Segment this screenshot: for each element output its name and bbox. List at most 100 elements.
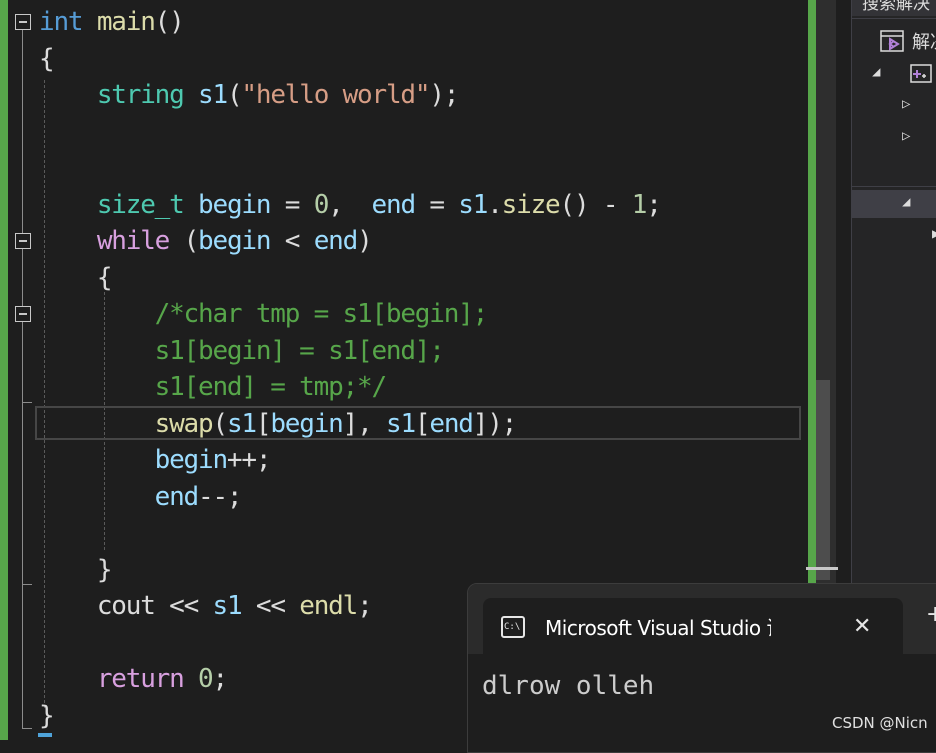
- code-token: begin: [270, 408, 343, 439]
- code-token: ;: [357, 591, 373, 621]
- code-token: 0: [313, 189, 330, 220]
- fold-comment-icon[interactable]: [15, 306, 31, 322]
- code-line[interactable]: /*char tmp = s1[begin];: [39, 296, 489, 332]
- close-icon[interactable]: ✕: [853, 614, 871, 640]
- code-token: s1: [458, 189, 488, 220]
- expand-arrow-icon[interactable]: ◢: [872, 64, 880, 80]
- code-token: }: [39, 700, 55, 731]
- code-token: while: [96, 226, 170, 256]
- code-token: (: [212, 408, 228, 439]
- solution-explorer-separator: [852, 18, 936, 19]
- code-line[interactable]: }: [39, 552, 113, 588]
- code-token: ): [357, 226, 373, 256]
- visual-studio-solution-icon: [880, 30, 904, 52]
- code-line[interactable]: cout << s1 << endl;: [39, 588, 373, 624]
- code-token: (: [226, 80, 243, 110]
- code-token: <<: [241, 591, 300, 621]
- code-token: ],: [342, 408, 386, 439]
- code-token: 0: [198, 664, 214, 694]
- code-line[interactable]: end--;: [39, 479, 243, 515]
- code-line[interactable]: int main(): [39, 4, 185, 40]
- code-line[interactable]: {: [39, 260, 113, 296]
- code-token: --;: [198, 481, 243, 512]
- code-token: =: [414, 189, 459, 220]
- code-token: <: [270, 226, 314, 256]
- code-line[interactable]: while (begin < end): [39, 223, 373, 259]
- code-token: s1: [385, 408, 416, 439]
- code-token: (: [169, 226, 200, 256]
- code-token: end: [371, 189, 417, 220]
- code-line[interactable]: {: [39, 41, 55, 77]
- fold-while-icon[interactable]: [15, 233, 31, 249]
- scrollbar-thumb[interactable]: [816, 380, 830, 580]
- collapsed-arrow-icon[interactable]: ▶: [932, 226, 936, 242]
- expand-arrow-icon[interactable]: ◢: [902, 194, 910, 210]
- code-token: s1: [212, 591, 242, 621]
- code-token: <<: [154, 591, 213, 621]
- code-token: main: [96, 7, 156, 37]
- code-token: swap: [154, 408, 214, 439]
- code-line[interactable]: swap(s1[begin], s1[end]);: [39, 406, 518, 442]
- code-token: cout: [96, 591, 156, 621]
- code-token: end: [313, 226, 359, 256]
- code-line[interactable]: s1[end] = tmp;*/: [39, 369, 387, 405]
- code-line[interactable]: }: [39, 698, 55, 734]
- watermark: CSDN @Nicn: [832, 714, 928, 732]
- code-token: ;: [646, 189, 662, 220]
- fold-while-line: [22, 249, 23, 584]
- solution-explorer-divider: [852, 186, 936, 187]
- code-token: end: [429, 408, 474, 439]
- solution-explorer-selected-row[interactable]: ◢: [852, 190, 936, 218]
- code-token: ,: [328, 189, 372, 220]
- code-line[interactable]: s1[begin] = s1[end];: [39, 333, 445, 369]
- code-token: begin: [198, 189, 271, 220]
- code-line[interactable]: return 0;: [39, 661, 229, 697]
- fold-main-end: [22, 728, 32, 729]
- code-token: ]);: [472, 408, 518, 439]
- code-token: s1[end] = tmp;*/: [154, 372, 387, 402]
- collapsed-arrow-icon[interactable]: ▷: [902, 96, 910, 112]
- code-token: ++;: [226, 445, 272, 475]
- solution-explorer-search[interactable]: 搜索解决: [852, 0, 936, 16]
- change-tracking-bar: [0, 0, 8, 740]
- code-token: s1: [198, 80, 228, 110]
- code-line[interactable]: string s1("hello world");: [39, 77, 460, 113]
- terminal-icon: C:\: [501, 616, 525, 638]
- fold-main-icon[interactable]: [15, 14, 31, 30]
- code-token: int: [39, 7, 84, 37]
- code-token: return: [96, 664, 185, 694]
- code-token: "hello world": [241, 80, 430, 110]
- code-token: /*char tmp = s1[begin];: [154, 299, 489, 329]
- code-token: end: [154, 481, 200, 512]
- console-tab-title: Microsoft Visual Studio 调试控: [545, 616, 771, 640]
- plus-icon[interactable]: +: [926, 604, 936, 626]
- code-token: (): [154, 7, 185, 37]
- console-output-line: dlrow olleh: [482, 671, 655, 701]
- solution-label[interactable]: 解决: [912, 28, 936, 54]
- code-line[interactable]: size_t begin = 0, end = s1.size() - 1;: [39, 187, 662, 223]
- collapsed-arrow-icon[interactable]: ▷: [902, 128, 910, 144]
- code-token: s1[begin] = s1[end];: [154, 335, 445, 366]
- scrollbar-caret-marker: [806, 567, 838, 570]
- console-tab[interactable]: C:\ Microsoft Visual Studio 调试控 ✕: [483, 598, 903, 656]
- code-token: }: [39, 554, 113, 585]
- code-line[interactable]: begin++;: [39, 442, 272, 478]
- fold-while-end: [22, 584, 32, 585]
- code-token: ;: [212, 664, 229, 694]
- code-token: s1: [226, 408, 257, 439]
- code-token: .: [487, 189, 503, 220]
- code-token: );: [429, 80, 459, 110]
